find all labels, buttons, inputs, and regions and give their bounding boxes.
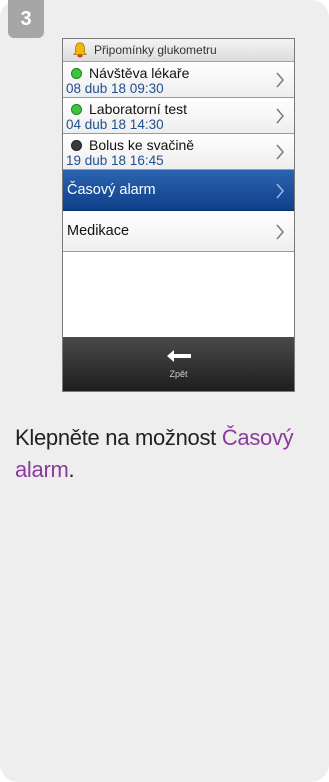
chevron-right-icon <box>276 183 284 199</box>
chevron-right-icon <box>276 108 284 124</box>
device-screen: Připomínky glukometru Návštěva lékaře 08… <box>62 38 295 392</box>
menu-item-label: Medikace <box>67 223 130 239</box>
reminder-datetime: 19 dub 18 16:45 <box>66 153 164 168</box>
reminder-title: Bolus ke svačině <box>89 137 195 153</box>
chevron-right-icon <box>276 224 284 240</box>
reminder-item-2[interactable]: Bolus ke svačině 19 dub 18 16:45 <box>63 134 294 170</box>
status-dot-icon <box>71 103 82 115</box>
menu-item-time-alarm[interactable]: Časový alarm <box>63 170 294 211</box>
menu-item-label: Časový alarm <box>67 182 156 198</box>
screen-title: Připomínky glukometru <box>94 43 217 57</box>
reminder-item-0[interactable]: Návštěva lékaře 08 dub 18 09:30 <box>63 62 294 98</box>
menu-item-medication[interactable]: Medikace <box>63 211 294 252</box>
screen-header: Připomínky glukometru <box>63 39 294 62</box>
chevron-right-icon <box>276 144 284 160</box>
status-dot-icon <box>71 67 82 79</box>
arrow-left-icon <box>166 350 191 362</box>
reminder-title: Návštěva lékaře <box>89 65 190 81</box>
back-button[interactable]: Zpět <box>63 337 294 391</box>
back-label: Zpět <box>169 369 188 379</box>
instruction-text: Klepněte na možnost Časový alarm. <box>15 425 294 482</box>
reminder-datetime: 08 dub 18 09:30 <box>66 81 164 96</box>
reminder-datetime: 04 dub 18 14:30 <box>66 117 164 132</box>
chevron-right-icon <box>276 72 284 88</box>
status-dot-icon <box>71 139 82 151</box>
step-badge: 3 <box>8 0 44 38</box>
instruction-card: 3 Připomínky glukometru Návštěva lékaře … <box>0 0 329 782</box>
empty-area <box>63 252 294 306</box>
bell-icon <box>72 42 88 58</box>
reminder-title: Laboratorní test <box>89 101 188 117</box>
reminder-item-1[interactable]: Laboratorní test 04 dub 18 14:30 <box>63 98 294 134</box>
